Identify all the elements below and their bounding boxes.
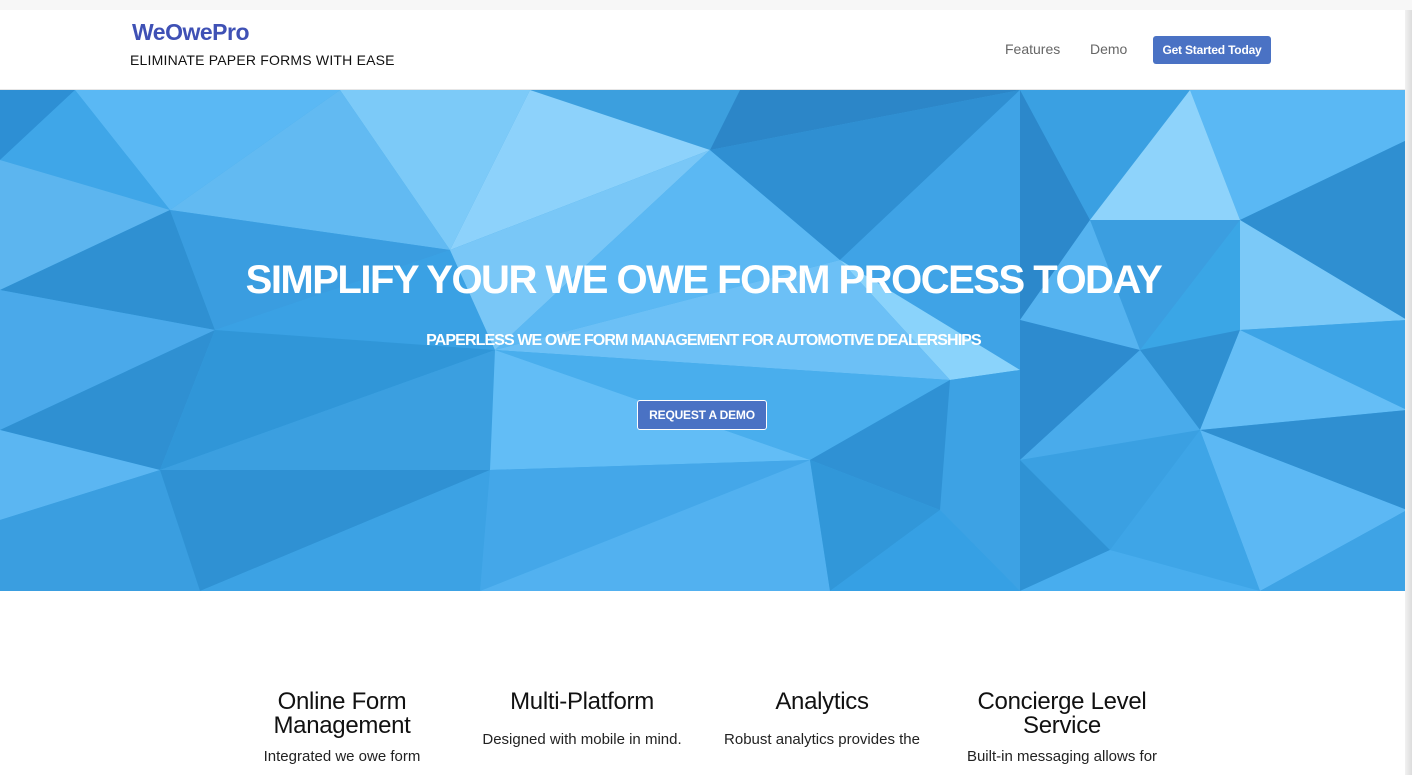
brand-logo[interactable]: WeOwePro xyxy=(132,19,250,46)
feature-title: Concierge Level Service xyxy=(977,688,1147,739)
browser-top-strip xyxy=(0,0,1412,10)
feature-text: Built-in messaging allows for xyxy=(966,748,1158,765)
hero-subtitle: PAPERLESS WE OWE FORM MANAGEMENT FOR AUT… xyxy=(426,332,982,349)
feature-online-form-management: Online Form Management Integrated we owe… xyxy=(232,688,452,766)
hero-title: SIMPLIFY YOUR WE OWE FORM PROCESS TODAY xyxy=(245,258,1163,302)
feature-title: Multi-Platform xyxy=(510,688,654,715)
feature-text: Designed with mobile in mind. xyxy=(482,731,682,748)
nav-link-demo[interactable]: Demo xyxy=(1090,41,1127,57)
window-right-edge xyxy=(1405,10,1412,775)
feature-text: Robust analytics provides the xyxy=(724,731,920,748)
nav-link-features[interactable]: Features xyxy=(1005,41,1060,57)
feature-analytics: Analytics Robust analytics provides the xyxy=(712,688,932,749)
brand-tagline: ELIMINATE PAPER FORMS WITH EASE xyxy=(130,52,395,68)
feature-text: Integrated we owe form xyxy=(263,748,421,765)
feature-concierge-service: Concierge Level Service Built-in messagi… xyxy=(952,688,1172,766)
hero-section: SIMPLIFY YOUR WE OWE FORM PROCESS TODAY … xyxy=(0,90,1407,591)
feature-title: Analytics xyxy=(775,688,869,715)
navbar: WeOwePro ELIMINATE PAPER FORMS WITH EASE… xyxy=(0,10,1412,90)
feature-title: Online Form Management xyxy=(273,688,411,739)
get-started-button[interactable]: Get Started Today xyxy=(1153,36,1271,64)
request-demo-button[interactable]: REQUEST A DEMO xyxy=(637,400,767,430)
feature-multi-platform: Multi-Platform Designed with mobile in m… xyxy=(472,688,692,749)
